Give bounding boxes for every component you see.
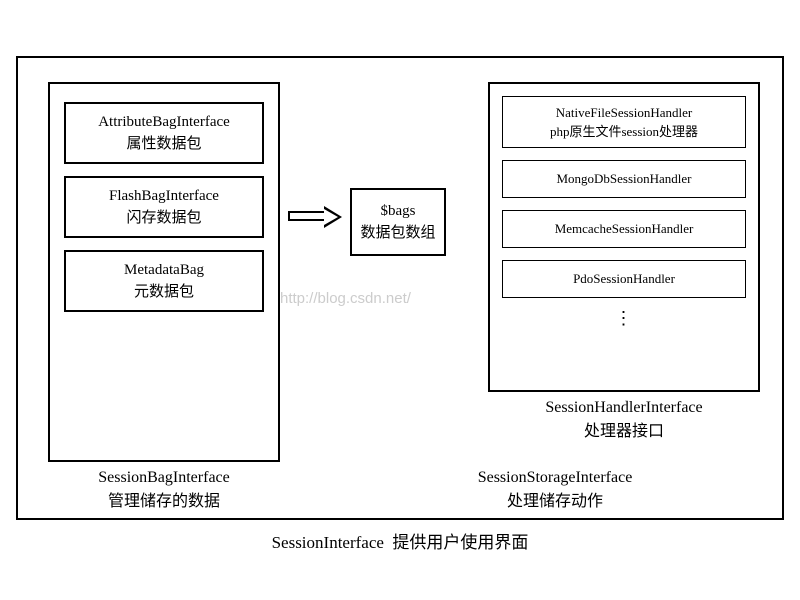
attribute-bag-desc: 属性数据包 <box>126 133 201 156</box>
metadata-bag-name: MetadataBag <box>124 259 204 282</box>
outer-caption-interface: SessionInterface <box>272 533 384 552</box>
flash-bag-name: FlashBagInterface <box>109 185 219 208</box>
native-file-handler-desc: php原生文件session处理器 <box>550 122 698 142</box>
session-bag-caption-interface: SessionBagInterface <box>48 466 280 490</box>
storage-caption-interface: SessionStorageInterface <box>348 466 762 490</box>
bags-var-name: $bags <box>381 200 416 223</box>
storage-caption: SessionStorageInterface 处理储存动作 <box>348 466 762 514</box>
session-bag-caption-desc: 管理储存的数据 <box>48 490 280 514</box>
pdo-handler-name: PdoSessionHandler <box>573 269 675 289</box>
mongodb-handler-box: MongoDbSessionHandler <box>502 160 746 198</box>
session-interface-container: AttributeBagInterface 属性数据包 FlashBagInte… <box>16 56 784 520</box>
ellipsis-icon: ⋮ <box>490 308 758 329</box>
metadata-bag-box: MetadataBag 元数据包 <box>64 250 264 312</box>
outer-caption: SessionInterface 提供用户使用界面 <box>16 528 784 553</box>
handler-caption-desc: 处理器接口 <box>488 420 760 444</box>
session-handler-interface-box: NativeFileSessionHandler php原生文件session处… <box>488 82 760 392</box>
outer-caption-desc: 提供用户使用界面 <box>392 533 528 552</box>
native-file-handler-box: NativeFileSessionHandler php原生文件session处… <box>502 96 746 148</box>
flash-bag-box: FlashBagInterface 闪存数据包 <box>64 176 264 238</box>
bags-desc: 数据包数组 <box>360 222 435 245</box>
handler-caption-interface: SessionHandlerInterface <box>488 396 760 420</box>
handler-caption: SessionHandlerInterface 处理器接口 <box>488 396 760 444</box>
session-bag-caption: SessionBagInterface 管理储存的数据 <box>48 466 280 514</box>
attribute-bag-box: AttributeBagInterface 属性数据包 <box>64 102 264 164</box>
pdo-handler-box: PdoSessionHandler <box>502 260 746 298</box>
attribute-bag-name: AttributeBagInterface <box>98 111 230 134</box>
bags-array-box: $bags 数据包数组 <box>350 188 446 256</box>
metadata-bag-desc: 元数据包 <box>134 281 194 304</box>
storage-caption-desc: 处理储存动作 <box>348 490 762 514</box>
flash-bag-desc: 闪存数据包 <box>126 207 201 230</box>
mongodb-handler-name: MongoDbSessionHandler <box>556 169 691 189</box>
arrow-icon <box>288 206 342 226</box>
session-bag-interface-box: AttributeBagInterface 属性数据包 FlashBagInte… <box>48 82 280 462</box>
memcache-handler-name: MemcacheSessionHandler <box>555 219 694 239</box>
memcache-handler-box: MemcacheSessionHandler <box>502 210 746 248</box>
native-file-handler-name: NativeFileSessionHandler <box>556 103 692 123</box>
session-storage-interface-box: $bags 数据包数组 NativeFileSessionHandler php… <box>348 82 762 462</box>
